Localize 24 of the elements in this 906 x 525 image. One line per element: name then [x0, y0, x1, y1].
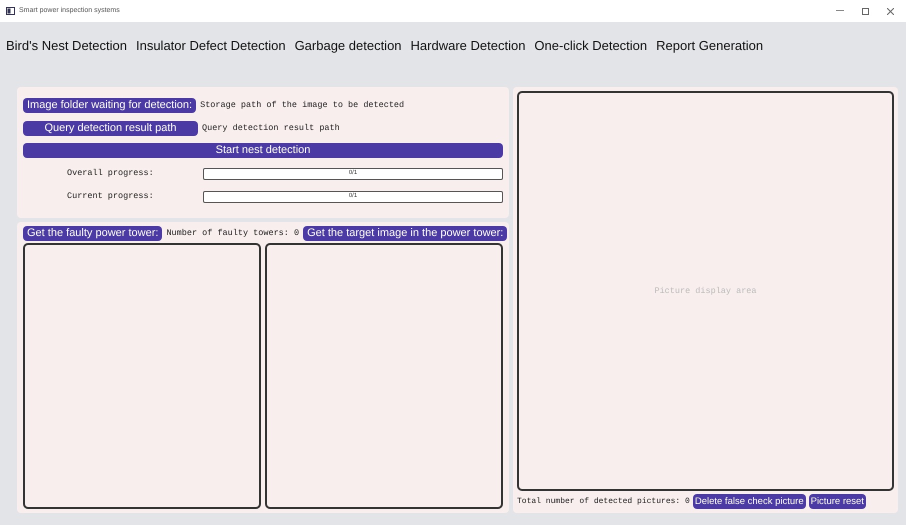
start-button[interactable]: Start nest detection — [23, 143, 503, 158]
total-count-text: Total number of detected pictures: 0 — [517, 496, 690, 508]
close-icon[interactable] — [887, 8, 894, 14]
faulty-tower-button[interactable]: Get the faulty power tower: — [23, 226, 162, 241]
target-image-button[interactable]: Get the target image in the power tower: — [303, 226, 508, 241]
progress-label: Current progress: — [66, 190, 155, 203]
progress-label: Overall progress: — [66, 167, 155, 180]
minimize-icon[interactable] — [836, 10, 844, 12]
delete-button[interactable]: Delete false check picture — [692, 494, 806, 509]
menu-item[interactable]: Garbage detection — [294, 36, 402, 56]
path-text: Storage path of the image to be detected — [200, 99, 404, 112]
app-icon — [6, 7, 15, 15]
picture-display: Picture display area — [517, 91, 894, 491]
menu-item[interactable]: Bird's Nest Detection — [6, 36, 127, 56]
maximize-icon[interactable] — [862, 8, 869, 14]
menu-item[interactable]: Report Generation — [656, 36, 764, 56]
menu-item[interactable]: Insulator Defect Detection — [136, 36, 286, 56]
menu-item[interactable]: Hardware Detection — [410, 36, 526, 56]
path-text: Query detection result path — [202, 122, 340, 135]
path-button[interactable]: Query detection result path — [23, 121, 198, 136]
faulty-count-text: Number of faulty towers: 0 — [166, 227, 300, 240]
menu-item[interactable]: One-click Detection — [534, 36, 648, 56]
path-button[interactable]: Image folder waiting for detection: — [23, 98, 196, 113]
reset-button[interactable]: Picture reset — [808, 494, 866, 509]
